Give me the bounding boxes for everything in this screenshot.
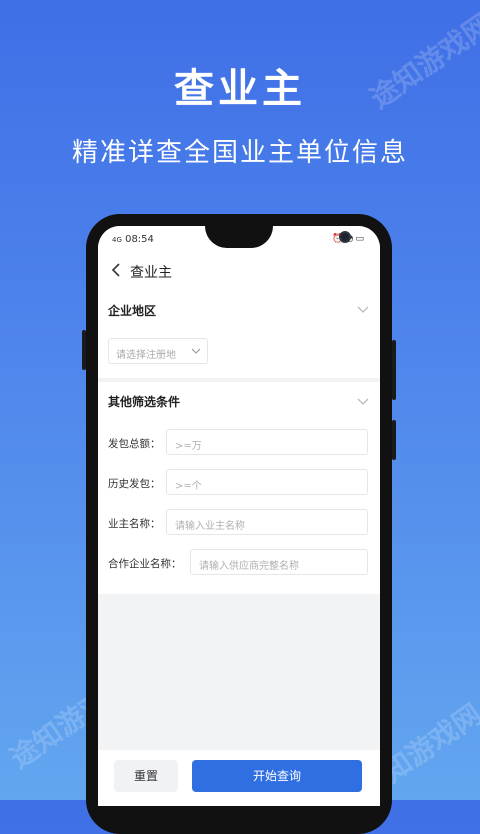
partner-name-label: 合作企业名称： — [108, 558, 182, 570]
filter-section: 其他筛选条件 发包总额： >=万 历史发包： >=个 业主名称： 请输入业主名称… — [98, 382, 380, 594]
region-section: 企业地区 请选择注册地 — [98, 290, 380, 378]
total-contract-input[interactable]: >=万 — [166, 429, 368, 455]
history-contract-input[interactable]: >=个 — [166, 469, 368, 495]
phone-side-button — [82, 330, 86, 370]
page-title: 查业主 — [130, 265, 172, 281]
phone-side-button — [392, 340, 396, 400]
owner-name-placeholder: 请输入业主名称 — [175, 521, 245, 532]
hero-title: 查业主 — [174, 66, 306, 112]
bottom-action-bar: 重置 开始查询 — [98, 750, 380, 806]
region-select[interactable]: 请选择注册地 — [108, 338, 208, 364]
chevron-down-icon — [191, 348, 201, 354]
partner-name-placeholder: 请输入供应商完整名称 — [199, 561, 299, 572]
partner-name-input[interactable]: 请输入供应商完整名称 — [190, 549, 368, 575]
total-contract-label: 发包总额： — [108, 438, 161, 450]
owner-name-label: 业主名称： — [108, 518, 161, 530]
chevron-down-icon[interactable] — [356, 394, 370, 408]
hero-subtitle: 精准详查全国业主单位信息 — [71, 138, 408, 168]
status-time: 08:54 — [125, 234, 154, 245]
nav-bar: 查业主 — [98, 252, 380, 290]
history-contract-placeholder: >=个 — [175, 481, 202, 492]
region-select-placeholder: 请选择注册地 — [116, 350, 176, 361]
chevron-down-icon[interactable] — [356, 302, 370, 316]
filter-section-title: 其他筛选条件 — [108, 395, 181, 409]
total-contract-placeholder: >=万 — [175, 441, 202, 452]
back-arrow-icon[interactable] — [106, 260, 126, 280]
reset-button[interactable]: 重置 — [114, 760, 178, 792]
phone-screen: 4G 08:54 ⏰◔▭ 查业主 企业地区 请选择注册地 其他筛选条件 — [98, 226, 380, 806]
signal-indicator: 4G — [112, 236, 122, 244]
phone-side-button — [392, 420, 396, 460]
owner-name-input[interactable]: 请输入业主名称 — [166, 509, 368, 535]
history-contract-label: 历史发包： — [108, 478, 161, 490]
camera-icon — [339, 231, 351, 243]
start-query-button[interactable]: 开始查询 — [192, 760, 362, 792]
region-section-title: 企业地区 — [108, 304, 157, 318]
battery-icon: ▭ — [355, 234, 366, 244]
status-left: 4G 08:54 — [112, 234, 154, 245]
